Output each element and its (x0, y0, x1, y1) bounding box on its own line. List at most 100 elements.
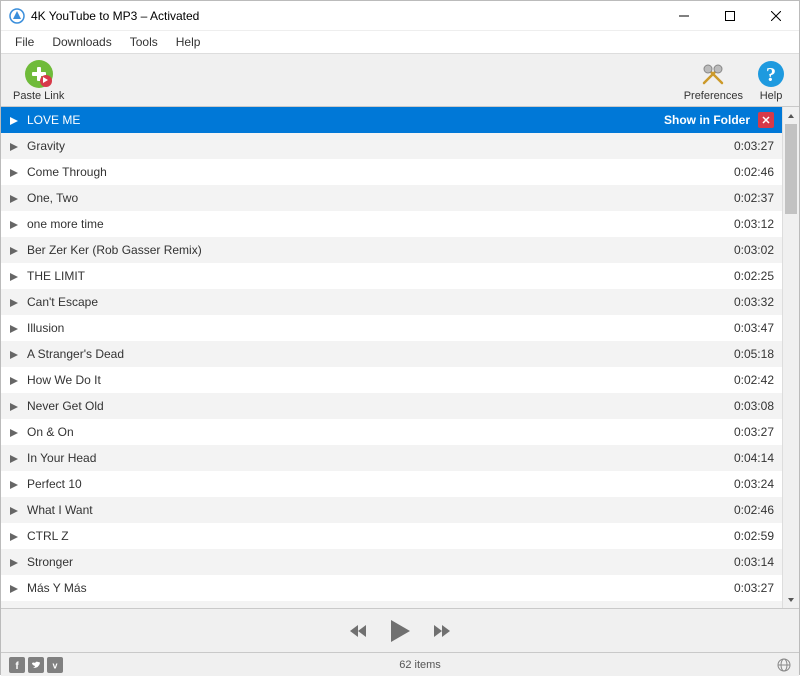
track-row[interactable]: Hollow Life0:03:59 (1, 601, 782, 608)
track-title: Come Through (27, 165, 722, 179)
track-list-container: LOVE MEShow in FolderGravity0:03:27Come … (1, 107, 799, 608)
previous-button[interactable] (348, 622, 370, 640)
play-icon (9, 297, 19, 307)
window-title: 4K YouTube to MP3 – Activated (31, 9, 661, 23)
track-row[interactable]: Can't Escape0:03:32 (1, 289, 782, 315)
scroll-thumb[interactable] (785, 124, 797, 214)
track-row[interactable]: THE LIMIT0:02:25 (1, 263, 782, 289)
play-icon (9, 167, 19, 177)
track-title: On & On (27, 425, 722, 439)
track-title: One, Two (27, 191, 722, 205)
next-button[interactable] (430, 622, 452, 640)
track-title: Never Get Old (27, 399, 722, 413)
track-row[interactable]: How We Do It0:02:42 (1, 367, 782, 393)
track-duration: 0:03:59 (722, 607, 774, 608)
track-duration: 0:03:14 (722, 555, 774, 569)
svg-text:v: v (52, 660, 57, 670)
paste-link-icon (23, 58, 55, 90)
social-icons: f v (9, 657, 63, 673)
track-duration: 0:02:59 (722, 529, 774, 543)
track-row[interactable]: A Stranger's Dead0:05:18 (1, 341, 782, 367)
track-row[interactable]: LOVE MEShow in Folder (1, 107, 782, 133)
track-duration: 0:03:27 (722, 139, 774, 153)
scroll-down-button[interactable] (783, 591, 799, 608)
paste-link-label: Paste Link (13, 90, 64, 102)
toolbar: Paste Link Preferences ? Help (1, 53, 799, 107)
play-icon (9, 219, 19, 229)
track-row[interactable]: Más Y Más0:03:27 (1, 575, 782, 601)
track-duration: 0:02:25 (722, 269, 774, 283)
track-title: THE LIMIT (27, 269, 722, 283)
maximize-button[interactable] (707, 1, 753, 31)
paste-link-button[interactable]: Paste Link (7, 56, 70, 104)
play-icon (9, 505, 19, 515)
track-list: LOVE MEShow in FolderGravity0:03:27Come … (1, 107, 782, 608)
play-icon (9, 453, 19, 463)
track-row[interactable]: Never Get Old0:03:08 (1, 393, 782, 419)
track-row[interactable]: In Your Head0:04:14 (1, 445, 782, 471)
vimeo-icon[interactable]: v (47, 657, 63, 673)
menu-tools[interactable]: Tools (122, 33, 166, 51)
track-title: LOVE ME (27, 113, 664, 127)
menu-help[interactable]: Help (168, 33, 209, 51)
menubar: File Downloads Tools Help (1, 31, 799, 53)
track-row[interactable]: Gravity0:03:27 (1, 133, 782, 159)
track-duration: 0:02:46 (722, 165, 774, 179)
svg-text:f: f (15, 661, 19, 670)
track-duration: 0:03:08 (722, 399, 774, 413)
scroll-up-button[interactable] (783, 107, 799, 124)
globe-icon[interactable] (777, 658, 791, 672)
track-row[interactable]: On & On0:03:27 (1, 419, 782, 445)
track-duration: 0:03:24 (722, 477, 774, 491)
track-duration: 0:03:47 (722, 321, 774, 335)
track-row[interactable]: What I Want0:02:46 (1, 497, 782, 523)
player-controls (1, 608, 799, 652)
track-row[interactable]: One, Two0:02:37 (1, 185, 782, 211)
play-icon (9, 531, 19, 541)
track-row[interactable]: one more time0:03:12 (1, 211, 782, 237)
track-title: A Stranger's Dead (27, 347, 722, 361)
facebook-icon[interactable]: f (9, 657, 25, 673)
help-button[interactable]: ? Help (749, 56, 793, 104)
scrollbar[interactable] (782, 107, 799, 608)
track-duration: 0:03:27 (722, 581, 774, 595)
track-row[interactable]: CTRL Z0:02:59 (1, 523, 782, 549)
twitter-icon[interactable] (28, 657, 44, 673)
track-duration: 0:03:32 (722, 295, 774, 309)
play-icon (9, 583, 19, 593)
play-icon (9, 427, 19, 437)
menu-file[interactable]: File (7, 33, 42, 51)
app-icon (9, 8, 25, 24)
track-title: What I Want (27, 503, 722, 517)
play-icon (9, 115, 19, 125)
track-row[interactable]: Stronger0:03:14 (1, 549, 782, 575)
preferences-label: Preferences (684, 90, 743, 102)
track-row[interactable]: Ber Zer Ker (Rob Gasser Remix)0:03:02 (1, 237, 782, 263)
track-duration: 0:03:02 (722, 243, 774, 257)
track-row[interactable]: Perfect 100:03:24 (1, 471, 782, 497)
play-button[interactable] (388, 618, 412, 644)
play-icon (9, 193, 19, 203)
show-in-folder-link[interactable]: Show in Folder (664, 113, 750, 127)
window-controls (661, 1, 799, 30)
play-icon (9, 245, 19, 255)
titlebar: 4K YouTube to MP3 – Activated (1, 1, 799, 31)
track-duration: 0:05:18 (722, 347, 774, 361)
remove-track-button[interactable] (758, 112, 774, 128)
play-icon (9, 479, 19, 489)
preferences-button[interactable]: Preferences (678, 56, 749, 104)
play-icon (9, 271, 19, 281)
preferences-icon (697, 58, 729, 90)
track-row[interactable]: Come Through0:02:46 (1, 159, 782, 185)
track-title: CTRL Z (27, 529, 722, 543)
track-duration: 0:02:46 (722, 503, 774, 517)
track-duration: 0:02:42 (722, 373, 774, 387)
play-icon (9, 141, 19, 151)
track-title: Ber Zer Ker (Rob Gasser Remix) (27, 243, 722, 257)
minimize-button[interactable] (661, 1, 707, 31)
track-row[interactable]: Illusion0:03:47 (1, 315, 782, 341)
menu-downloads[interactable]: Downloads (44, 33, 119, 51)
track-title: Can't Escape (27, 295, 722, 309)
track-duration: 0:04:14 (722, 451, 774, 465)
close-button[interactable] (753, 1, 799, 31)
